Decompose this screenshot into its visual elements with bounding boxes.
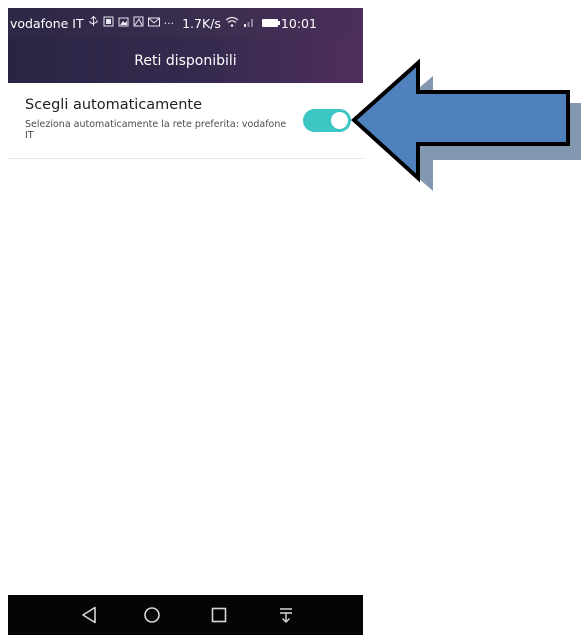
page-title: Reti disponibili — [134, 52, 237, 69]
usb-icon — [88, 15, 99, 30]
recents-icon[interactable] — [208, 605, 230, 625]
screenshot-icon — [103, 16, 114, 30]
setting-auto-select[interactable]: Scegli automaticamente Seleziona automat… — [8, 83, 363, 159]
battery-icon — [261, 19, 280, 27]
setting-title: Scegli automaticamente — [25, 97, 203, 113]
gallery-icon — [118, 16, 129, 30]
auto-select-toggle[interactable] — [303, 109, 351, 132]
phone-screen: vodafone IT ··· 1.7K/s 10:01 Reti dispon… — [8, 8, 363, 635]
back-icon[interactable] — [78, 605, 100, 625]
toggle-knob — [331, 112, 348, 129]
home-icon[interactable] — [141, 605, 163, 625]
status-bar: vodafone IT ··· 1.7K/s 10:01 — [8, 8, 363, 38]
mail-icon — [147, 17, 160, 30]
signal-icon — [243, 16, 256, 30]
image-icon — [133, 16, 144, 30]
screenshot-canvas: vodafone IT ··· 1.7K/s 10:01 Reti dispon… — [0, 0, 581, 635]
setting-description: Seleziona automaticamente la rete prefer… — [25, 119, 287, 141]
more-notifications-icon: ··· — [163, 16, 175, 30]
wifi-icon — [225, 16, 239, 30]
network-speed: 1.7K/s — [182, 15, 221, 31]
carrier-name: vodafone IT — [10, 15, 84, 31]
notification-pull-icon[interactable] — [275, 605, 297, 625]
clock: 10:01 — [280, 15, 317, 31]
navigation-bar — [8, 595, 363, 635]
arrow-body — [351, 58, 570, 183]
page-title-bar: Reti disponibili — [8, 38, 363, 83]
arrow-shadow — [366, 76, 581, 191]
